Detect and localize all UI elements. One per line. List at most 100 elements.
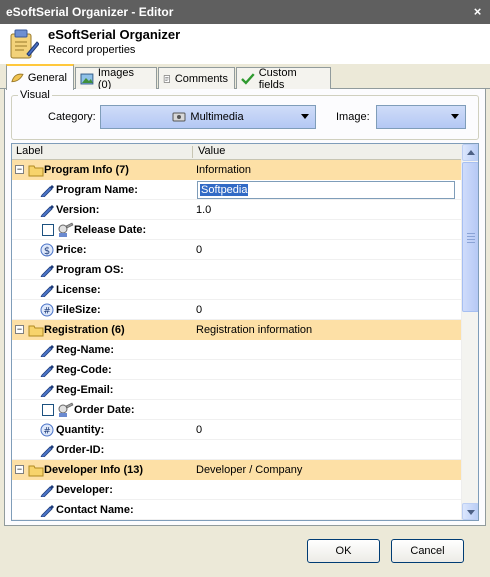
- selected-text: Softpedia: [200, 184, 249, 196]
- cancel-button[interactable]: Cancel: [391, 539, 464, 563]
- checkmark-icon: [241, 72, 255, 85]
- ok-button[interactable]: OK: [307, 539, 380, 563]
- property-row[interactable]: License:: [12, 280, 461, 300]
- tab-comments-label: Comments: [174, 72, 228, 85]
- value-editor[interactable]: Softpedia: [197, 181, 455, 199]
- date-checkbox[interactable]: [42, 224, 54, 236]
- svg-text:#: #: [43, 427, 51, 437]
- scroll-down-button[interactable]: [462, 503, 478, 520]
- property-row[interactable]: Reg-Name:: [12, 340, 461, 360]
- row-label: Release Date:: [74, 224, 147, 236]
- row-label: Developer Info (13): [44, 464, 144, 476]
- row-label: License:: [56, 284, 101, 296]
- category-row[interactable]: − Program Info (7) Information: [12, 160, 461, 180]
- tab-strip: General Images (0) Comments Custom field…: [0, 64, 490, 91]
- pen-icon: [40, 505, 54, 517]
- column-separator[interactable]: [192, 146, 193, 158]
- row-label: Quantity:: [56, 424, 105, 436]
- row-label: Reg-Code:: [56, 364, 112, 376]
- property-row[interactable]: Contact Name:: [12, 500, 461, 520]
- calendar-icon: [58, 222, 74, 237]
- dialog-footer: OK Cancel: [0, 526, 490, 577]
- image-label: Image:: [336, 111, 370, 123]
- folder-icon: [28, 325, 44, 337]
- header-title: eSoftSerial Organizer: [48, 27, 181, 42]
- visual-legend: Visual: [18, 89, 52, 101]
- pen-icon: [40, 205, 54, 217]
- row-label: Program Name:: [56, 184, 138, 196]
- collapse-toggle[interactable]: −: [15, 165, 24, 174]
- tab-comments[interactable]: Comments: [158, 67, 235, 89]
- property-row[interactable]: Version: 1.0: [12, 200, 461, 220]
- tab-images-label: Images (0): [97, 66, 134, 91]
- property-row[interactable]: Release Date:: [12, 220, 461, 240]
- category-value: Multimedia: [190, 111, 244, 123]
- category-row[interactable]: − Developer Info (13) Developer / Company: [12, 460, 461, 480]
- tab-general[interactable]: General: [6, 64, 74, 90]
- dialog-header: eSoftSerial Organizer Record properties: [0, 24, 490, 64]
- close-button[interactable]: ×: [469, 3, 486, 20]
- pen-icon: [40, 485, 54, 497]
- dollar-icon: $: [40, 243, 54, 257]
- chevron-down-icon: [301, 114, 309, 119]
- row-value[interactable]: 0: [196, 304, 202, 316]
- row-value: Registration information: [196, 324, 313, 336]
- row-label: Contact Name:: [56, 504, 134, 516]
- grid-header: Label Value: [12, 144, 461, 160]
- app-icon: [10, 29, 39, 59]
- tab-custom-fields[interactable]: Custom fields: [236, 66, 331, 91]
- collapse-toggle[interactable]: −: [15, 465, 24, 474]
- multimedia-icon: [172, 112, 186, 122]
- property-row[interactable]: Developer:: [12, 480, 461, 500]
- pen-icon: [40, 345, 54, 357]
- category-row[interactable]: − Registration (6) Registration informatio…: [12, 320, 461, 340]
- collapse-toggle[interactable]: −: [15, 325, 24, 334]
- row-value[interactable]: 0: [196, 424, 202, 436]
- row-label: Program OS:: [56, 264, 124, 276]
- row-value[interactable]: 0: [196, 244, 202, 256]
- property-row[interactable]: Reg-Code:: [12, 360, 461, 380]
- row-label: FileSize:: [56, 304, 101, 316]
- row-label: Developer:: [56, 484, 113, 496]
- title-bar: eSoftSerial Organizer - Editor ×: [0, 0, 490, 24]
- folder-icon: [28, 165, 44, 177]
- row-label: Registration (6): [44, 324, 125, 336]
- row-label: Version:: [56, 204, 100, 216]
- folder-icon: [28, 465, 44, 477]
- scroll-up-button[interactable]: [462, 144, 478, 161]
- row-label: Reg-Email:: [56, 384, 114, 396]
- window-title: eSoftSerial Organizer - Editor: [6, 5, 174, 19]
- comments-icon: [163, 74, 170, 83]
- property-grid: Label Value − Program Info (7) Information…: [11, 143, 479, 521]
- property-row[interactable]: Reg-Email:: [12, 380, 461, 400]
- column-value: Value: [198, 145, 226, 157]
- property-row[interactable]: # FileSize: 0: [12, 300, 461, 320]
- property-row[interactable]: # Quantity: 0: [12, 420, 461, 440]
- pen-icon: [40, 185, 54, 197]
- general-panel: Visual Category: Multimedia Image: Label…: [4, 89, 486, 526]
- category-select[interactable]: Multimedia: [100, 105, 316, 129]
- row-label: Order Date:: [74, 404, 135, 416]
- property-row[interactable]: Program OS:: [12, 260, 461, 280]
- row-value[interactable]: 1.0: [196, 204, 211, 216]
- date-checkbox[interactable]: [42, 404, 54, 416]
- row-label: Order-ID:: [56, 444, 105, 456]
- tab-general-label: General: [27, 72, 67, 84]
- scroll-thumb[interactable]: [462, 162, 478, 312]
- tab-custom-fields-label: Custom fields: [258, 66, 297, 91]
- pen-icon: [40, 285, 54, 297]
- svg-text:#: #: [43, 307, 51, 317]
- property-row[interactable]: Program Name: Softpedia: [12, 180, 461, 200]
- pen-icon: [40, 365, 54, 377]
- number-icon: #: [40, 303, 54, 317]
- tab-images[interactable]: Images (0): [75, 66, 157, 91]
- row-value: Information: [196, 164, 252, 176]
- vertical-scrollbar[interactable]: [461, 144, 478, 520]
- property-row[interactable]: Order Date:: [12, 400, 461, 420]
- image-select[interactable]: [376, 105, 466, 129]
- property-row[interactable]: $ Price: 0: [12, 240, 461, 260]
- images-icon: [80, 73, 94, 84]
- property-row[interactable]: Order-ID:: [12, 440, 461, 460]
- chevron-down-icon: [451, 114, 459, 119]
- general-icon: [11, 73, 24, 83]
